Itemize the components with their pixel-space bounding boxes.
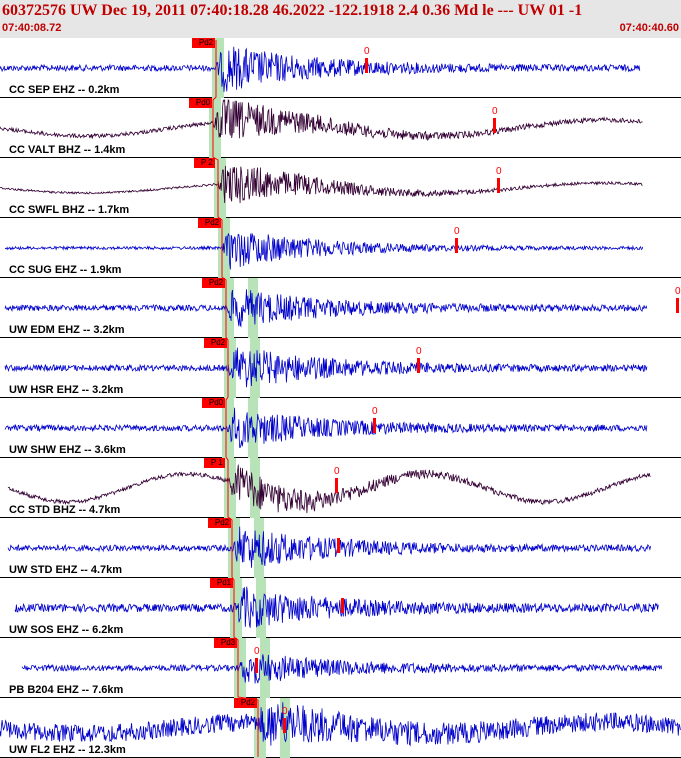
- end-marker-tick: [373, 418, 376, 433]
- p-pick-flag[interactable]: ˙ Pd0: [202, 398, 226, 408]
- p-pick-flag[interactable]: ˙ P 1: [204, 458, 225, 468]
- end-marker-tick: [341, 598, 344, 613]
- end-marker-label: 0: [416, 346, 422, 357]
- p-pick-flag[interactable]: ˙ Pd2: [204, 338, 228, 348]
- waveform-trace: [0, 702, 681, 747]
- header-bar: 60372576 UW Dec 19, 2011 07:40:18.28 46.…: [0, 0, 681, 38]
- end-marker-tick: [283, 718, 286, 733]
- waveform-trace: [4, 347, 648, 388]
- trace-panel: 0 ˙ P 2 CC SWFL BHZ -- 1.7km: [0, 158, 681, 218]
- end-marker-tick: [417, 358, 420, 373]
- end-marker-label: 0: [334, 466, 340, 477]
- end-marker-label: 0: [492, 106, 498, 117]
- end-marker-label: 0: [372, 406, 378, 417]
- trace-panel: 0 ˙ Pd3 PB B204 EHZ -- 7.6km: [0, 638, 681, 698]
- p-pick-flag[interactable]: ˙ P 2: [194, 158, 215, 168]
- end-marker-tick: [365, 58, 368, 73]
- trace-panel: 0 ˙ Pd2 CC SEP EHZ -- 0.2km: [0, 38, 681, 98]
- p-pick-flag[interactable]: ˙ Pd2: [192, 38, 216, 48]
- end-marker-tick: [493, 118, 496, 133]
- trace-panel: 0 ˙ Pd2 CC SUG EHZ -- 1.9km: [0, 218, 681, 278]
- p-pick-flag[interactable]: ˙ Pd1: [210, 578, 234, 588]
- station-label: CC SWFL BHZ -- 1.7km: [9, 204, 130, 216]
- station-label: CC SEP EHZ -- 0.2km: [9, 84, 120, 96]
- p-pick-flag[interactable]: ˙ Pd2: [198, 218, 222, 228]
- p-pick-flag[interactable]: ˙ Pd2: [202, 278, 226, 288]
- station-label: UW SHW EHZ -- 3.6km: [9, 444, 126, 456]
- end-marker-label: 0: [454, 226, 460, 237]
- waveform-trace: [0, 98, 643, 142]
- trace-panel: ˙ Pd1 UW SOS EHZ -- 6.2km: [0, 578, 681, 638]
- trace-panel: 0 ˙ Pd2 UW HSR EHZ -- 3.2km: [0, 338, 681, 398]
- end-marker-label: 0: [282, 706, 288, 717]
- station-label: UW EDM EHZ -- 3.2km: [9, 324, 125, 336]
- p-pick-flag[interactable]: ˙ Pd0: [189, 98, 213, 108]
- station-label: CC SUG EHZ -- 1.9km: [9, 264, 122, 276]
- end-marker-tick: [335, 478, 338, 493]
- coda-window: [256, 578, 266, 638]
- station-label: CC VALT BHZ -- 1.4km: [9, 144, 126, 156]
- station-label: PB B204 EHZ -- 7.6km: [9, 684, 124, 696]
- end-marker-label: 0: [364, 46, 370, 57]
- waveform-trace: [14, 586, 659, 628]
- waveform-trace: [4, 289, 648, 328]
- trace-panels: 0 ˙ Pd2 CC SEP EHZ -- 0.2km 0 ˙ Pd0 CC VALT B…: [0, 38, 681, 758]
- trace-panel: 0 ˙ P 1 CC STD BHZ -- 4.7km: [0, 458, 681, 518]
- trace-panel: 0 ˙ Pd2 UW FL2 EHZ -- 12.3km: [0, 698, 681, 758]
- station-label: UW SOS EHZ -- 6.2km: [9, 624, 124, 636]
- end-marker-tick: [497, 178, 500, 193]
- seismogram-plot: 0 ˙ Pd2 CC SEP EHZ -- 0.2km 0 ˙ Pd0 CC VALT B…: [0, 38, 681, 758]
- end-marker-tick: [676, 298, 679, 313]
- waveform-trace: [7, 526, 651, 568]
- p-pick-flag[interactable]: ˙ Pd2: [234, 698, 258, 708]
- waveform-trace: [21, 654, 663, 684]
- station-label: UW HSR EHZ -- 3.2km: [9, 384, 124, 396]
- end-marker-label: 0: [675, 286, 681, 297]
- trace-panel: 0 ˙ Pd0 CC VALT BHZ -- 1.4km: [0, 98, 681, 158]
- waveform-trace: [0, 165, 643, 204]
- station-label: UW FL2 EHZ -- 12.3km: [9, 744, 126, 756]
- p-pick-flag[interactable]: ˙ Pd3: [214, 638, 238, 648]
- waveform-trace: [4, 407, 648, 449]
- end-marker-label: 0: [254, 646, 260, 657]
- end-marker-tick: [337, 538, 340, 553]
- trace-panel: 0 ˙ Pd2 UW EDM EHZ -- 3.2km: [0, 278, 681, 338]
- event-title: 60372576 UW Dec 19, 2011 07:40:18.28 46.…: [2, 2, 583, 19]
- end-marker-label: 0: [496, 166, 502, 177]
- start-time: 07:40:08.72: [2, 22, 62, 34]
- station-label: UW STD EHZ -- 4.7km: [9, 564, 123, 576]
- trace-panel: 0 ˙ Pd0 UW SHW EHZ -- 3.6km: [0, 398, 681, 458]
- pick-window: [224, 458, 236, 518]
- end-marker-tick: [255, 658, 258, 673]
- end-time: 07:40:40.60: [619, 22, 679, 34]
- trace-panel: ˙ Pd2 UW STD EHZ -- 4.7km: [0, 518, 681, 578]
- p-pick-flag[interactable]: ˙ Pd2: [208, 518, 232, 528]
- station-label: CC STD BHZ -- 4.7km: [9, 504, 121, 516]
- end-marker-tick: [455, 238, 458, 253]
